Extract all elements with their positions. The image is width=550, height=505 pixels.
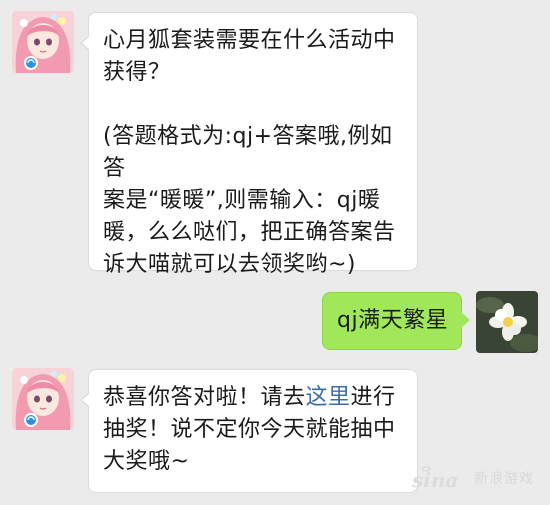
reply-line-1: 恭喜你答对啦！请去这里进行 xyxy=(103,385,396,410)
hint-line-4: 诉大喵就可以去领奖哟~) xyxy=(103,252,357,277)
anime-girl-avatar-icon[interactable] xyxy=(12,368,74,430)
message-bubble-question: 心月狐套装需要在什么活动中 获得？ (答题格式为:qj+答案哦,例如答 案是“暖… xyxy=(80,12,418,277)
answer-text: qj满天繁星 xyxy=(337,308,449,333)
watermark-text: 新浪游戏 xyxy=(474,471,534,487)
hint-line-1: (答题格式为:qj+答案哦,例如答 xyxy=(103,124,393,181)
svg-text:sina: sina xyxy=(412,468,458,491)
message-bubble-answer: qj满天繁星 xyxy=(322,292,470,350)
question-line-2: 获得？ xyxy=(103,60,171,85)
anime-girl-avatar-icon[interactable] xyxy=(12,11,74,73)
hint-line-2: 案是“暖暖”,则需输入：qj暖 xyxy=(103,188,381,213)
sina-logo-icon: sina xyxy=(412,466,458,491)
draw-link[interactable]: 这里 xyxy=(306,385,351,410)
message-bubble-reply: 恭喜你答对啦！请去这里进行 抽奖！说不定你今天就能抽中 大奖哦~ xyxy=(80,369,418,493)
chat-window: 心月狐套装需要在什么活动中 获得？ (答题格式为:qj+答案哦,例如答 案是“暖… xyxy=(0,0,550,505)
question-line-1: 心月狐套装需要在什么活动中 xyxy=(103,28,396,53)
reply-line-2: 抽奖！说不定你今天就能抽中 xyxy=(103,417,396,442)
hint-line-3: 暖，么么哒们，把正确答案告 xyxy=(103,220,396,245)
white-flower-avatar-icon[interactable] xyxy=(476,291,538,353)
reply-line-3: 大奖哦~ xyxy=(103,449,190,474)
sina-games-watermark: sina 新浪游戏 xyxy=(412,465,534,491)
